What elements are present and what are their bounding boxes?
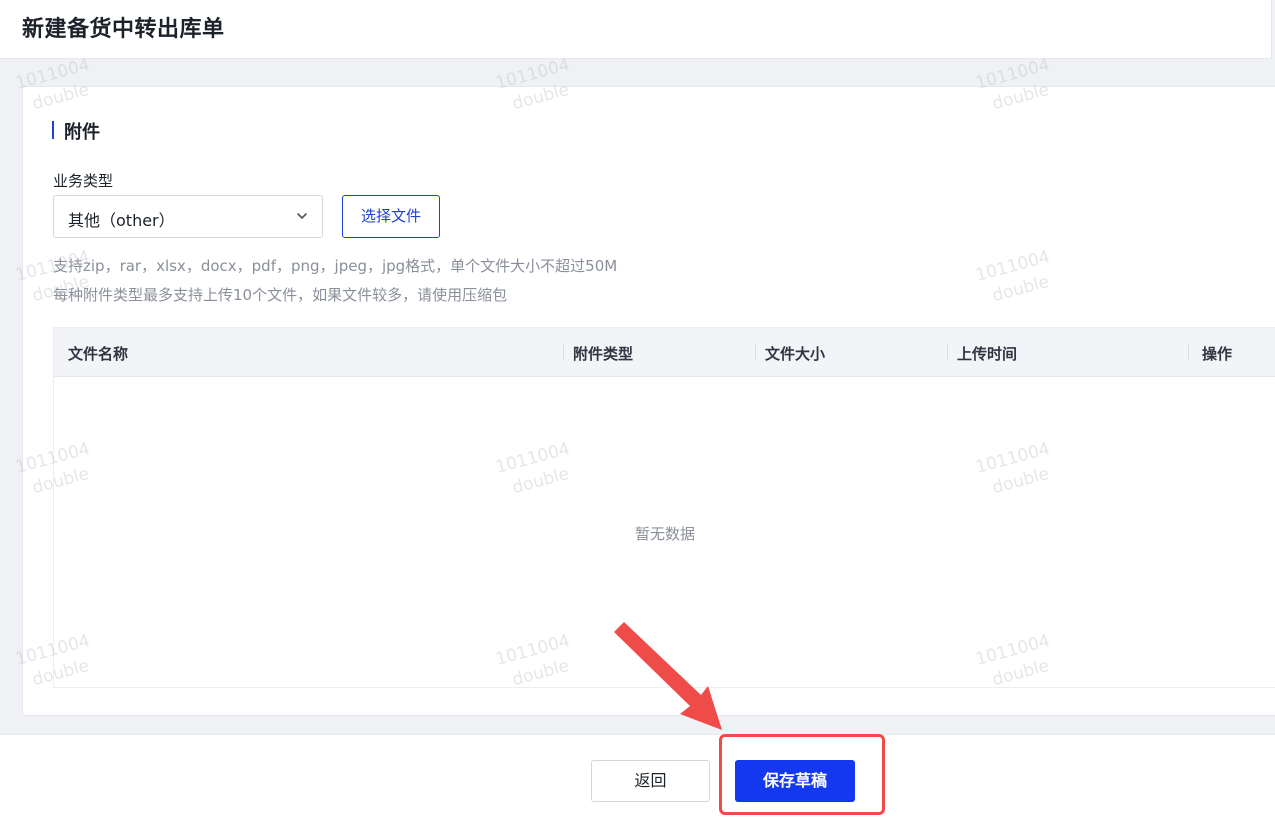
upload-count-hint: 每种附件类型最多支持上传10个文件，如果文件较多，请使用压缩包	[53, 286, 508, 304]
table-header: 文件名称 附件类型 文件大小 上传时间 操作	[54, 328, 1275, 377]
section-accent-bar	[52, 121, 54, 139]
column-header-file-name: 文件名称	[68, 345, 129, 363]
choose-file-button[interactable]: 选择文件	[342, 195, 440, 238]
business-type-value: 其他（other）	[68, 211, 175, 230]
column-divider	[1188, 344, 1189, 360]
business-type-select[interactable]: 其他（other）	[53, 195, 323, 238]
section-title: 附件	[64, 122, 100, 143]
column-divider	[755, 344, 756, 360]
column-header-attachment-type: 附件类型	[573, 345, 634, 363]
empty-state-text: 暂无数据	[634, 525, 695, 543]
business-type-label: 业务类型	[53, 172, 114, 190]
attachment-card: 附件 业务类型 其他（other） 选择文件 支持zip，rar，xlsx，do…	[22, 86, 1275, 716]
back-button[interactable]: 返回	[591, 760, 710, 802]
column-divider	[947, 344, 948, 360]
save-draft-button[interactable]: 保存草稿	[735, 760, 855, 802]
page-header: 新建备货中转出库单	[0, 0, 1272, 59]
column-header-upload-time: 上传时间	[957, 345, 1018, 363]
page-title: 新建备货中转出库单	[22, 17, 225, 42]
column-divider	[563, 344, 564, 360]
attachment-table: 文件名称 附件类型 文件大小 上传时间 操作 暂无数据	[53, 327, 1275, 688]
column-header-file-size: 文件大小	[765, 345, 826, 363]
column-header-actions: 操作	[1202, 345, 1233, 363]
upload-format-hint: 支持zip，rar，xlsx，docx，pdf，png，jpeg，jpg格式，单…	[53, 257, 618, 275]
footer-bar: 返回 保存草稿	[0, 734, 1275, 825]
chevron-down-icon	[297, 213, 307, 219]
